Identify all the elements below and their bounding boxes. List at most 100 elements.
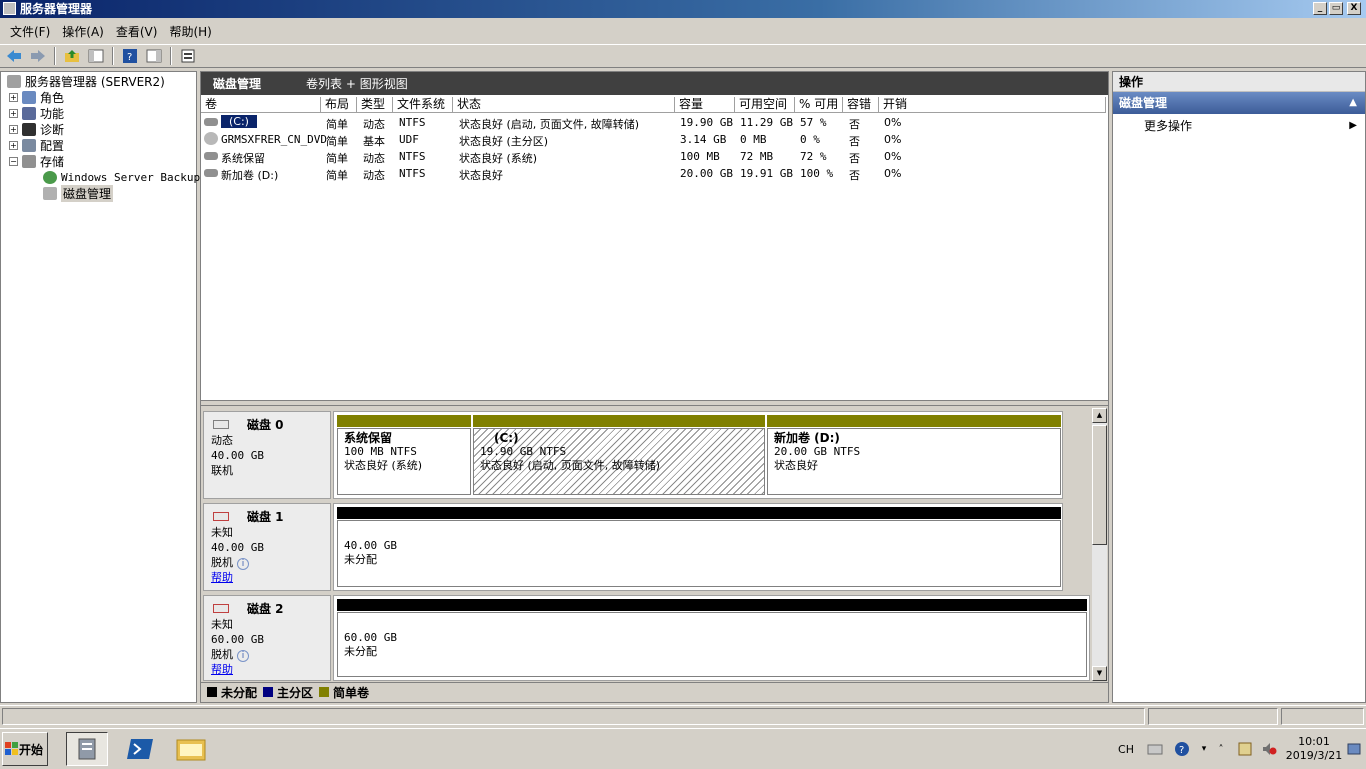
action-center-icon[interactable] [1235, 729, 1255, 769]
table-row[interactable]: 系统保留 简单 动态 NTFS 状态良好 (系统) 100 MB 72 MB 7… [201, 148, 1108, 165]
unallocated-space[interactable]: 60.00 GB 未分配 [337, 612, 1087, 677]
partition-system-reserved[interactable]: 系统保留 100 MB NTFS 状态良好 (系统) [337, 428, 471, 495]
graphical-view: 磁盘 0 动态 40.00 GB 联机 系统保留 100 MB NTFS 状态良… [201, 406, 1108, 682]
col-free-space[interactable]: 可用空间 [735, 97, 795, 113]
col-percent-free[interactable]: % 可用 [795, 97, 843, 113]
more-actions-item[interactable]: 更多操作 ▶ [1113, 114, 1365, 138]
tree-item-roles[interactable]: + 角色 [9, 89, 64, 105]
tree-root-server-manager[interactable]: 服务器管理器 (SERVER2) [7, 73, 165, 89]
collapse-up-icon[interactable]: ▲ [1349, 92, 1357, 114]
help-icon: ? [123, 49, 137, 63]
tree-item-features[interactable]: + 功能 [9, 105, 64, 121]
offline-disk-icon [213, 512, 229, 521]
system-clock[interactable]: 10:01 2019/3/21 [1285, 729, 1343, 769]
simple-volume-bar [473, 415, 765, 427]
maximize-button[interactable]: ▭ [1329, 2, 1343, 15]
actions-section-disk-management[interactable]: 磁盘管理 ▲ [1113, 92, 1365, 114]
disk-2-info[interactable]: 磁盘 2 未知 60.00 GB 脱机 i 帮助 [203, 595, 331, 681]
ime-options-icon[interactable]: ▾ [1197, 729, 1211, 769]
scroll-thumb[interactable] [1092, 425, 1107, 545]
info-icon[interactable]: i [237, 650, 249, 662]
up-level-button[interactable] [62, 47, 82, 65]
tree-item-windows-server-backup[interactable]: Windows Server Backup [43, 169, 200, 185]
disk-0-info[interactable]: 磁盘 0 动态 40.00 GB 联机 [203, 411, 331, 499]
col-overhead[interactable]: 开销 [879, 97, 1106, 113]
taskbar-explorer[interactable] [170, 732, 212, 766]
clock-date: 2019/3/21 [1285, 749, 1343, 762]
vertical-scrollbar[interactable]: ▲ ▼ [1092, 408, 1107, 681]
dvd-icon [204, 132, 218, 145]
close-button[interactable]: X [1347, 2, 1361, 15]
show-hide-tree-button[interactable] [86, 47, 106, 65]
olive-swatch-icon [319, 687, 330, 697]
storage-icon [22, 154, 36, 168]
partition-d[interactable]: 新加卷 (D:) 20.00 GB NTFS 状态良好 [767, 428, 1061, 495]
offline-disk-icon [213, 604, 229, 613]
help-link[interactable]: 帮助 [211, 662, 330, 677]
disk-management-icon [43, 186, 57, 200]
toolbar-separator [54, 47, 56, 65]
table-row[interactable]: (C:) 简单 动态 NTFS 状态良好 (启动, 页面文件, 故障转储) 19… [201, 114, 1108, 131]
window-title: 服务器管理器 [20, 2, 93, 16]
disk-1-partitions: 40.00 GB 未分配 [333, 503, 1063, 591]
disk-1-info[interactable]: 磁盘 1 未知 40.00 GB 脱机 i 帮助 [203, 503, 331, 591]
show-hide-action-pane-button[interactable] [144, 47, 164, 65]
properties-button[interactable] [178, 47, 198, 65]
blue-swatch-icon [263, 687, 274, 697]
tree-item-diagnostics[interactable]: + 诊断 [9, 121, 64, 137]
pane-title: 磁盘管理 [213, 77, 262, 91]
menu-file[interactable]: 文件(F) [4, 23, 56, 40]
unallocated-space[interactable]: 40.00 GB 未分配 [337, 520, 1061, 587]
expand-icon[interactable]: + [9, 140, 18, 150]
pane-header: 磁盘管理 卷列表 + 图形视图 [201, 72, 1108, 95]
volume-icon [204, 152, 218, 160]
help-tray-icon[interactable]: ? [1172, 729, 1192, 769]
server-manager-icon [78, 738, 96, 760]
col-filesystem[interactable]: 文件系统 [393, 97, 453, 113]
taskbar-server-manager[interactable] [66, 732, 108, 766]
start-button[interactable]: 开始 [2, 732, 48, 766]
minimize-button[interactable]: _ [1313, 2, 1327, 15]
table-row[interactable]: 新加卷 (D:) 简单 动态 NTFS 状态良好 20.00 GB 19.91 … [201, 165, 1108, 182]
tree-item-disk-management[interactable]: 磁盘管理 [43, 184, 114, 202]
help-link[interactable]: 帮助 [211, 570, 330, 585]
help-button[interactable]: ? [120, 47, 140, 65]
unallocated-bar [337, 599, 1087, 611]
toolbar-separator [112, 47, 114, 65]
col-capacity[interactable]: 容量 [675, 97, 735, 113]
windows-logo-icon [5, 742, 18, 755]
scroll-down-arrow-icon[interactable]: ▼ [1092, 666, 1107, 681]
language-indicator[interactable]: CH [1115, 729, 1137, 769]
menu-action[interactable]: 操作(A) [56, 23, 110, 40]
status-panel [1148, 708, 1278, 725]
legend-simple: 简单卷 [319, 684, 369, 701]
window-title-bar: 服务器管理器 _ ▭ X [0, 0, 1366, 18]
col-fault-tolerance[interactable]: 容错 [843, 97, 879, 113]
tree-item-configuration[interactable]: + 配置 [9, 137, 64, 153]
disk-0-partitions: 系统保留 100 MB NTFS 状态良好 (系统) (C:) 19.90 GB… [333, 411, 1063, 499]
partition-c[interactable]: (C:) 19.90 GB NTFS 状态良好 (启动, 页面文件, 故障转储) [473, 428, 765, 495]
back-button[interactable] [4, 47, 24, 65]
expand-icon[interactable]: + [9, 108, 18, 118]
volume-muted-icon[interactable] [1259, 729, 1279, 769]
menu-view[interactable]: 查看(V) [110, 23, 164, 40]
info-icon[interactable]: i [237, 558, 249, 570]
show-hidden-icons-icon[interactable]: ˄ [1214, 729, 1228, 769]
menu-help[interactable]: 帮助(H) [163, 23, 217, 40]
features-icon [22, 106, 36, 120]
expand-icon[interactable]: + [9, 92, 18, 102]
col-layout[interactable]: 布局 [321, 97, 357, 113]
show-desktop-icon[interactable] [1345, 729, 1363, 769]
col-status[interactable]: 状态 [453, 97, 675, 113]
taskbar-powershell[interactable] [120, 732, 162, 766]
scroll-up-arrow-icon[interactable]: ▲ [1092, 408, 1107, 423]
forward-button[interactable] [28, 47, 48, 65]
tree-item-storage[interactable]: − 存储 [9, 153, 64, 169]
keyboard-icon[interactable] [1145, 729, 1165, 769]
col-type[interactable]: 类型 [357, 97, 393, 113]
col-volume[interactable]: 卷 [201, 97, 321, 113]
expand-icon[interactable]: + [9, 124, 18, 134]
svg-text:?: ? [127, 52, 132, 63]
table-row[interactable]: GRMSXFRER_CN_DVD 简单 基本 UDF 状态良好 (主分区) 3.… [201, 131, 1108, 148]
collapse-icon[interactable]: − [9, 156, 18, 166]
